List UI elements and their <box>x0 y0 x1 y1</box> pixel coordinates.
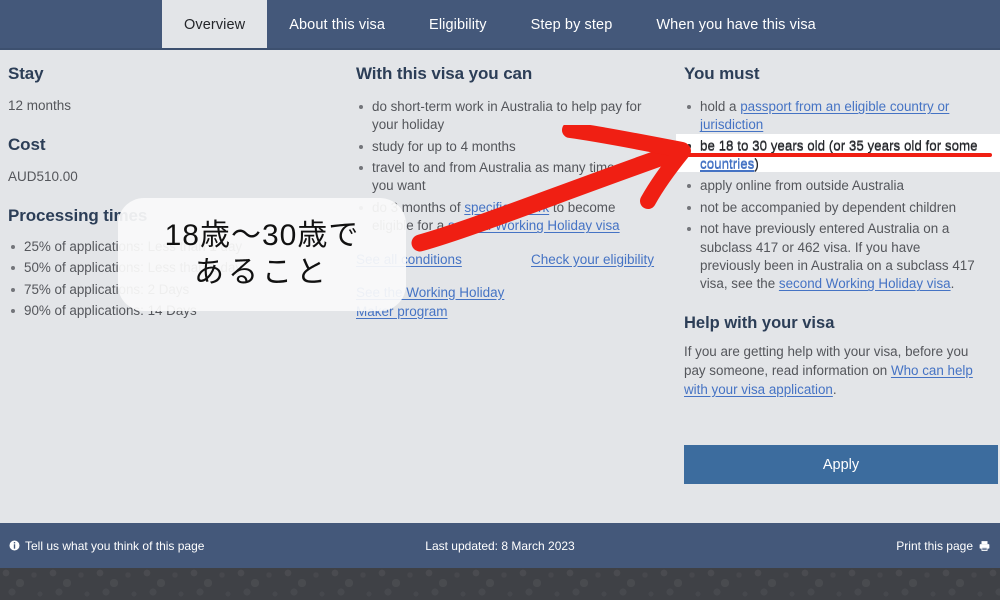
stay-value: 12 months <box>8 98 72 113</box>
print-label: Print this page <box>896 538 973 553</box>
tab-eligibility[interactable]: Eligibility <box>407 0 509 50</box>
column-you-must: You must hold a passport from an eligibl… <box>676 50 1000 523</box>
tab-overview-label: Overview <box>184 17 246 33</box>
tab-about-this-visa[interactable]: About this visa <box>267 0 407 50</box>
last-updated-label: Last updated: 8 March 2023 <box>425 538 575 553</box>
list-item: not be accompanied by dependent children <box>684 199 982 217</box>
help-with-your-visa-heading: Help with your visa <box>684 313 835 332</box>
second-working-holiday-visa-link[interactable]: second Working Holiday visa <box>448 218 620 233</box>
second-whv-link[interactable]: second Working Holiday visa <box>779 276 951 291</box>
age-text-pre: be 18 to 30 years old (or 35 years old f… <box>700 138 978 153</box>
list-item: do short-term work in Australia to help … <box>356 98 658 135</box>
list-item: not have previously entered Australia on… <box>684 220 982 293</box>
check-your-eligibility-link[interactable]: Check your eligibility <box>531 252 654 267</box>
specified-work-link[interactable]: specified work <box>464 200 549 215</box>
help-with-your-visa-body: If you are getting help with your visa, … <box>684 342 982 399</box>
list-item: apply online from outside Australia <box>684 177 982 195</box>
cost-value: AUD510.00 <box>8 169 78 184</box>
tab-when-you-have-this-visa-label: When you have this visa <box>656 17 816 33</box>
stay-heading: Stay <box>8 64 44 83</box>
tab-step-by-step-label: Step by step <box>530 17 613 33</box>
list-item: study for up to 4 months <box>356 138 658 156</box>
bullet-text-pre: hold a <box>700 99 741 114</box>
tab-eligibility-label: Eligibility <box>429 17 487 33</box>
tab-about-this-visa-label: About this visa <box>289 17 386 33</box>
page-footer: Tell us what you think of this page Last… <box>0 523 1000 568</box>
page-bottom-texture <box>0 568 1000 600</box>
page-root: Overview About this visa Eligibility Ste… <box>0 0 1000 600</box>
annotation-line-2: あること <box>194 255 330 289</box>
apply-button[interactable]: Apply <box>684 445 998 484</box>
list-item: hold a passport from an eligible country… <box>684 98 982 135</box>
japanese-annotation-overlay: 18歳〜30歳で あること <box>118 198 406 311</box>
help-text-post: . <box>832 381 837 397</box>
list-item: travel to and from Australia as many tim… <box>356 159 658 196</box>
red-underline-annotation <box>684 153 992 157</box>
cost-heading: Cost <box>8 135 46 154</box>
annotation-line-1: 18歳〜30歳で <box>164 218 360 252</box>
age-text-post: ) <box>754 156 759 172</box>
with-this-visa-heading: With this visa you can <box>356 64 533 83</box>
tab-bar-lead-spacer <box>0 0 162 50</box>
tab-step-by-step[interactable]: Step by step <box>509 0 635 50</box>
printer-icon <box>978 540 991 552</box>
check-eligibility-wrap: Check your eligibility <box>531 252 654 267</box>
tab-when-you-have-this-visa[interactable]: When you have this visa <box>634 0 837 50</box>
tab-bar: Overview About this visa Eligibility Ste… <box>0 0 1000 50</box>
you-must-heading: You must <box>684 64 760 83</box>
bullet-text-post: . <box>950 276 955 292</box>
you-must-list: hold a passport from an eligible country… <box>684 98 982 294</box>
print-page-link[interactable]: Print this page <box>896 539 991 553</box>
tab-overview[interactable]: Overview <box>162 0 268 50</box>
bullet-dot-icon <box>687 144 691 148</box>
countries-link-overlay[interactable]: countries <box>700 156 754 171</box>
